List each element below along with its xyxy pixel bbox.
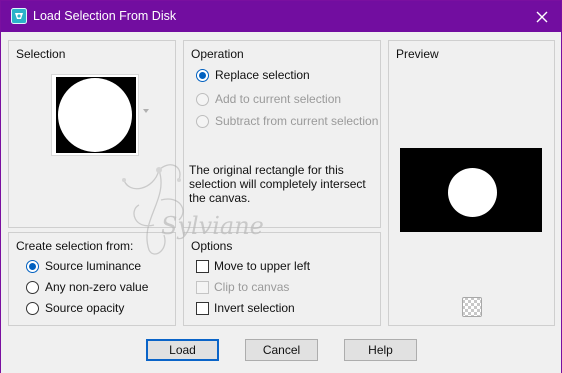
radio-button[interactable] bbox=[26, 280, 39, 294]
selection-group: Selection bbox=[8, 40, 176, 228]
radio-label: Add to current selection bbox=[215, 92, 342, 106]
dialog-body: Selection Operation Replace selection Ad… bbox=[1, 32, 561, 373]
dialog-window: Load Selection From Disk Selection Opera… bbox=[0, 0, 562, 373]
radio-label: Source luminance bbox=[45, 259, 142, 273]
operation-group-title: Operation bbox=[191, 47, 244, 61]
checkbox[interactable] bbox=[196, 301, 209, 315]
selection-thumbnail[interactable] bbox=[51, 74, 139, 156]
checkbox bbox=[196, 280, 209, 294]
dropdown-arrow-icon[interactable] bbox=[143, 109, 149, 113]
create-from-group-title: Create selection from: bbox=[16, 239, 134, 253]
title-bar[interactable]: Load Selection From Disk bbox=[1, 1, 561, 32]
radio-label: Source opacity bbox=[45, 301, 125, 315]
selection-group-title: Selection bbox=[16, 47, 66, 61]
operation-info-text: The original rectangle for this selectio… bbox=[189, 163, 366, 205]
checkbox-label: Move to upper left bbox=[214, 259, 311, 273]
cancel-button[interactable]: Cancel bbox=[245, 339, 318, 361]
transparency-toggle-icon[interactable] bbox=[462, 297, 482, 317]
radio-button[interactable] bbox=[196, 68, 209, 82]
help-button[interactable]: Help bbox=[344, 339, 417, 361]
preview-group-title: Preview bbox=[396, 47, 439, 61]
radio-subtract-selection: Subtract from current selection bbox=[196, 112, 378, 130]
radio-any-non-zero[interactable]: Any non-zero value bbox=[26, 278, 148, 296]
app-icon bbox=[11, 8, 27, 24]
checkbox-label: Invert selection bbox=[214, 301, 295, 315]
radio-label: Subtract from current selection bbox=[215, 114, 379, 128]
radio-label: Replace selection bbox=[215, 68, 310, 82]
radio-label: Any non-zero value bbox=[45, 280, 149, 294]
checkbox-invert-selection[interactable]: Invert selection bbox=[196, 299, 295, 317]
radio-button[interactable] bbox=[26, 301, 39, 315]
close-icon[interactable] bbox=[531, 6, 553, 28]
preview-shape bbox=[448, 168, 497, 217]
thumbnail-shape bbox=[58, 78, 132, 152]
radio-button bbox=[196, 92, 209, 106]
preview-canvas bbox=[400, 148, 542, 232]
radio-button bbox=[196, 114, 209, 128]
radio-source-opacity[interactable]: Source opacity bbox=[26, 299, 124, 317]
window-title: Load Selection From Disk bbox=[33, 9, 177, 23]
radio-button[interactable] bbox=[26, 259, 39, 273]
checkbox[interactable] bbox=[196, 259, 209, 273]
checkbox-label: Clip to canvas bbox=[214, 280, 290, 294]
radio-replace-selection[interactable]: Replace selection bbox=[196, 66, 310, 84]
radio-source-luminance[interactable]: Source luminance bbox=[26, 257, 141, 275]
checkbox-clip-to-canvas: Clip to canvas bbox=[196, 278, 289, 296]
checkbox-move-upper-left[interactable]: Move to upper left bbox=[196, 257, 310, 275]
radio-add-to-selection: Add to current selection bbox=[196, 90, 341, 108]
options-group-title: Options bbox=[191, 239, 233, 253]
load-button[interactable]: Load bbox=[146, 339, 219, 361]
